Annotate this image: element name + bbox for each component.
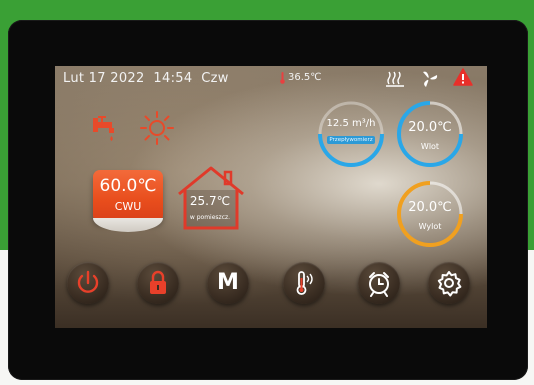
outlet-temperature: 20.0℃ [408,200,452,215]
inlet-temperature: 20.0℃ [408,120,452,135]
lock-button[interactable] [137,262,179,304]
date-time: Lut 17 2022 14:54 Czw [63,71,229,86]
inlet-label: Wlot [420,142,440,151]
outside-temperature: 36.5℃ [288,72,322,83]
temperature-curve-icon [296,271,313,295]
defrost-fan-icon[interactable] [417,69,441,89]
mode-icon: M [217,270,239,295]
power-icon [77,270,99,293]
controller-screen: Lut 17 2022 14:54 Czw 36.5℃ 60.0℃ CWU 25… [55,66,487,328]
heating-icon[interactable] [385,70,405,88]
inlet-gauge[interactable]: 20.0℃ Wlot [396,100,464,168]
flow-gauge[interactable]: 12.5 m³/h Przepływomierz [317,100,385,168]
weekday: Czw [201,71,229,86]
mode-button[interactable]: M [207,262,249,304]
dhw-label: CWU [114,200,142,213]
sun-icon[interactable] [139,110,175,146]
dhw-temperature-tile[interactable]: 60.0℃ CWU [93,170,163,232]
power-button[interactable] [67,262,109,304]
bottom-button-bar: M [55,262,487,312]
flow-gauge-ring [318,101,384,167]
status-bar: Lut 17 2022 14:54 Czw 36.5℃ [55,66,487,90]
outlet-gauge[interactable]: 20.0℃ Wylot [396,180,464,248]
flow-value: 12.5 m³/h [326,118,376,129]
settings-button[interactable] [428,262,470,304]
temperature-curve-button[interactable] [283,262,325,304]
flow-label: Przepływomierz [327,136,375,144]
dhw-temperature: 60.0℃ [99,176,157,196]
timer-button[interactable] [358,262,400,304]
thermometer-icon [280,72,285,84]
outlet-label: Wylot [418,222,442,231]
time: 14:54 [153,71,193,86]
date: Lut 17 2022 [63,71,145,86]
lock-icon [150,270,166,294]
room-label: w pomieszcz. [189,214,231,221]
settings-gear-icon [437,271,462,297]
room-temperature: 25.7℃ [189,194,231,208]
alarm-warning-icon[interactable] [453,68,473,86]
alarm-clock-icon [369,272,389,297]
hot-water-tap-icon[interactable] [91,114,121,146]
